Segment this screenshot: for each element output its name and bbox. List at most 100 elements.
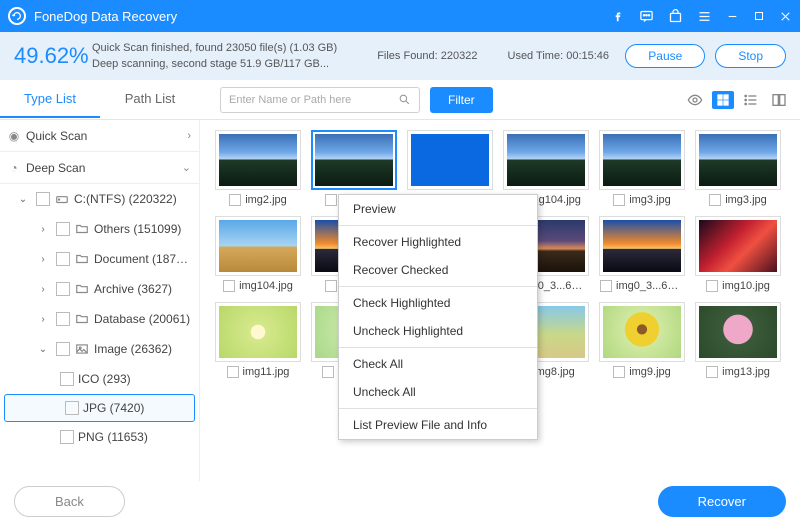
checkbox[interactable] [600, 280, 612, 292]
thumbnail-item[interactable]: img2.jpg [214, 130, 302, 206]
checkbox[interactable] [227, 366, 239, 378]
tab-path-list[interactable]: Path List [100, 81, 200, 118]
back-button[interactable]: Back [14, 486, 125, 517]
checkbox[interactable] [60, 372, 74, 386]
view-detail-icon[interactable] [768, 91, 790, 109]
collapse-icon[interactable]: ⌄ [34, 344, 52, 355]
collapse-icon[interactable]: ⌄ [14, 194, 32, 205]
thumbnail-item[interactable]: img13.jpg [694, 302, 782, 378]
thumbnail-image[interactable] [311, 130, 397, 190]
checkbox[interactable] [65, 401, 79, 415]
context-recover-checked[interactable]: Recover Checked [339, 256, 537, 284]
thumbnail-item[interactable]: img0_3...60.jpg [598, 216, 686, 292]
checkbox[interactable] [223, 280, 235, 292]
context-uncheck-highlighted[interactable]: Uncheck Highlighted [339, 317, 537, 345]
expand-icon[interactable]: › [34, 314, 52, 325]
folder-icon [74, 312, 90, 326]
thumbnail-item[interactable]: img3.jpg [694, 130, 782, 206]
view-list-icon[interactable] [740, 91, 762, 109]
sidebar-others[interactable]: › Others (151099) [0, 214, 199, 244]
checkbox[interactable] [613, 194, 625, 206]
sidebar-quick-scan[interactable]: ◉ Quick Scan › [0, 120, 199, 152]
thumbnail-image[interactable] [215, 216, 301, 276]
close-button[interactable] [779, 10, 792, 23]
checkbox[interactable] [56, 222, 70, 236]
drive-icon [54, 192, 70, 206]
thumbnail-image[interactable] [407, 130, 493, 190]
view-grid-icon[interactable] [712, 91, 734, 109]
toolbar: Type List Path List Filter [0, 80, 800, 120]
sidebar: ◉ Quick Scan › ◔ Deep Scan ⌄ ⌄ C:(NTFS) … [0, 120, 200, 481]
thumbnail-item[interactable]: img104.jpg [214, 216, 302, 292]
thumbnail-grid: img2.jpgimg1.jpgimg7.jpgimg104.jpgimg3.j… [200, 120, 800, 481]
stop-button[interactable]: Stop [715, 44, 786, 68]
checkbox[interactable] [325, 194, 337, 206]
footer: Back Recover [0, 481, 800, 521]
checkbox[interactable] [56, 282, 70, 296]
folder-icon [74, 252, 90, 266]
tab-type-list[interactable]: Type List [0, 81, 100, 118]
app-title: FoneDog Data Recovery [34, 9, 611, 24]
thumbnail-image[interactable] [215, 130, 301, 190]
sidebar-drive[interactable]: ⌄ C:(NTFS) (220322) [0, 184, 199, 214]
image-icon [74, 342, 90, 356]
pause-button[interactable]: Pause [625, 44, 705, 68]
sidebar-image[interactable]: ⌄ Image (26362) [0, 334, 199, 364]
checkbox[interactable] [709, 194, 721, 206]
facebook-icon[interactable] [611, 9, 625, 23]
checkbox[interactable] [613, 366, 625, 378]
checkbox[interactable] [229, 194, 241, 206]
search-icon [398, 93, 411, 106]
cart-icon[interactable] [668, 9, 683, 24]
context-uncheck-all[interactable]: Uncheck All [339, 378, 537, 406]
sidebar-archive[interactable]: › Archive (3627) [0, 274, 199, 304]
preview-eye-icon[interactable] [684, 91, 706, 109]
thumbnail-image[interactable] [599, 302, 685, 362]
thumbnail-item[interactable]: img11.jpg [214, 302, 302, 378]
checkbox[interactable] [56, 342, 70, 356]
thumbnail-image[interactable] [599, 130, 685, 190]
checkbox[interactable] [36, 192, 50, 206]
thumbnail-image[interactable] [215, 302, 301, 362]
checkbox[interactable] [322, 366, 334, 378]
maximize-button[interactable] [753, 10, 765, 22]
thumbnail-filename: img2.jpg [245, 194, 287, 206]
sidebar-png[interactable]: PNG (11653) [0, 422, 199, 452]
filter-button[interactable]: Filter [430, 87, 493, 113]
checkbox[interactable] [706, 366, 718, 378]
sidebar-ico[interactable]: ICO (293) [0, 364, 199, 394]
checkbox[interactable] [56, 312, 70, 326]
sidebar-document[interactable]: › Document (18704) [0, 244, 199, 274]
recover-button[interactable]: Recover [658, 486, 786, 517]
thumbnail-image[interactable] [599, 216, 685, 276]
checkbox[interactable] [325, 280, 337, 292]
thumbnail-image[interactable] [695, 302, 781, 362]
thumbnail-item[interactable]: img3.jpg [598, 130, 686, 206]
context-list-info[interactable]: List Preview File and Info [339, 411, 537, 439]
context-check-highlighted[interactable]: Check Highlighted [339, 289, 537, 317]
expand-icon[interactable]: › [34, 284, 52, 295]
checkbox[interactable] [706, 280, 718, 292]
expand-icon[interactable]: › [34, 224, 52, 235]
sidebar-database[interactable]: › Database (20061) [0, 304, 199, 334]
thumbnail-image[interactable] [695, 216, 781, 276]
sidebar-deep-scan[interactable]: ◔ Deep Scan ⌄ [0, 152, 199, 184]
feedback-icon[interactable] [639, 9, 654, 24]
thumbnail-filename: img3.jpg [629, 194, 671, 206]
context-check-all[interactable]: Check All [339, 350, 537, 378]
thumbnail-item[interactable]: img10.jpg [694, 216, 782, 292]
title-bar: FoneDog Data Recovery [0, 0, 800, 32]
thumbnail-image[interactable] [695, 130, 781, 190]
minimize-button[interactable] [726, 10, 739, 23]
sidebar-jpg[interactable]: JPG (7420) [4, 394, 195, 422]
checkbox[interactable] [56, 252, 70, 266]
search-input[interactable] [229, 94, 398, 106]
search-box[interactable] [220, 87, 420, 113]
thumbnail-image[interactable] [503, 130, 589, 190]
thumbnail-item[interactable]: img9.jpg [598, 302, 686, 378]
menu-icon[interactable] [697, 9, 712, 24]
context-preview[interactable]: Preview [339, 195, 537, 223]
context-recover-highlighted[interactable]: Recover Highlighted [339, 228, 537, 256]
expand-icon[interactable]: › [34, 254, 52, 265]
checkbox[interactable] [60, 430, 74, 444]
